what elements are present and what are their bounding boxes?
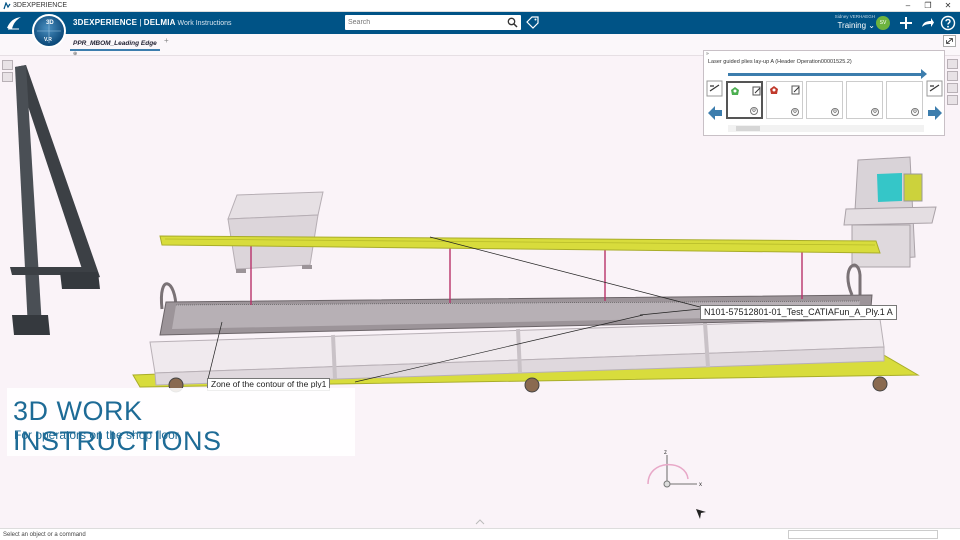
mouse-pointer-icon xyxy=(696,509,706,519)
panel-scrollbar[interactable] xyxy=(728,125,924,132)
brand-product: DELMIA xyxy=(143,18,176,27)
brand-title: 3DEXPERIENCE | DELMIA Work Instructions xyxy=(73,12,232,35)
os-window-title: 3DEXPERIENCE xyxy=(13,2,68,9)
brand-app-name: Work Instructions xyxy=(175,20,232,27)
panel-title: Laser guided plies lay-up A (Header Oper… xyxy=(708,59,852,65)
step-slot-5[interactable]: ⚙ xyxy=(886,81,923,119)
instruction-panel: » Laser guided plies lay-up A (Header Op… xyxy=(703,50,945,136)
step-badge-icon: ⚙ xyxy=(831,108,839,116)
right-tool-button-3[interactable] xyxy=(947,83,958,93)
compass-cross-icon xyxy=(37,19,61,43)
step-badge-icon: ⚙ xyxy=(871,108,879,116)
ds-logo-icon[interactable] xyxy=(5,15,23,31)
step-badge-icon: ⚙ xyxy=(791,108,799,116)
compass-widget[interactable]: 3D V.R xyxy=(32,14,66,48)
edit-tool-button[interactable] xyxy=(2,60,13,70)
step-badge-icon: ⚙ xyxy=(750,107,758,115)
tab-ppr-mbom[interactable]: PPR_MBOM_Leading Edge xyxy=(70,36,160,51)
step-slot-2[interactable]: ⚙ xyxy=(766,81,803,119)
os-title-bar: 3DEXPERIENCE – ❐ ✕ xyxy=(0,0,960,12)
step-badge-icon: ⚙ xyxy=(911,108,919,116)
callout-ply[interactable]: N101-57512801-01_Test_CATIAFun_A_Ply.1 A xyxy=(700,305,897,320)
right-tool-button-2[interactable] xyxy=(947,71,958,81)
app-logo-icon xyxy=(3,2,11,10)
help-icon[interactable] xyxy=(940,15,956,31)
axis-label-x: x xyxy=(699,482,702,488)
panel-scrollbar-thumb[interactable] xyxy=(736,126,760,131)
search-box xyxy=(345,15,521,30)
step-slot-3[interactable]: ⚙ xyxy=(806,81,843,119)
previous-step-button[interactable] xyxy=(706,73,724,128)
share-icon[interactable] xyxy=(919,15,935,31)
panel-collapse-button[interactable]: » xyxy=(706,51,709,57)
aframe-stand[interactable] xyxy=(10,65,100,335)
right-tool-button-4[interactable] xyxy=(947,95,958,105)
axis-label-z: z xyxy=(664,450,667,456)
user-name: Sidney VERHAEGH xyxy=(834,14,875,19)
fullscreen-toggle-icon[interactable] xyxy=(943,35,956,47)
right-tool-button-1[interactable] xyxy=(947,59,958,69)
search-input[interactable] xyxy=(348,15,503,30)
maximize-button[interactable]: ❐ xyxy=(918,0,938,12)
close-window-button[interactable]: ✕ xyxy=(938,0,958,12)
edit-note-icon xyxy=(752,86,761,96)
command-input[interactable] xyxy=(788,530,938,539)
right-toolbar xyxy=(947,59,959,107)
next-step-button[interactable] xyxy=(926,73,944,128)
collab-space-selector[interactable]: Training ⌄ xyxy=(815,20,875,32)
edit-note-icon xyxy=(791,85,800,95)
operation-red-icon xyxy=(770,86,778,94)
axis-triad[interactable]: z x xyxy=(647,450,702,488)
overlay-subtitle: For operators on the shop floor xyxy=(14,428,179,442)
app-header: 3DEXPERIENCE | DELMIA Work Instructions … xyxy=(0,12,960,34)
view-tool-button[interactable] xyxy=(2,72,13,82)
add-icon[interactable] xyxy=(898,15,914,31)
overlay-title: 3D WORK INSTRUCTIONS xyxy=(13,396,222,456)
status-prompt: Select an object or a command xyxy=(3,532,86,538)
title-overlay: 3D WORK INSTRUCTIONS For operators on th… xyxy=(7,388,355,456)
step-slot-4[interactable]: ⚙ xyxy=(846,81,883,119)
operation-green-icon xyxy=(731,87,739,95)
progress-track xyxy=(728,73,924,76)
minimize-button[interactable]: – xyxy=(898,0,918,12)
status-bar: Select an object or a command xyxy=(0,528,960,540)
left-toolbar xyxy=(2,60,13,84)
add-tab-button[interactable]: + xyxy=(164,36,169,45)
step-slot-1[interactable]: ⚙ xyxy=(726,81,763,119)
viewport-bottom-chevron-icon[interactable] xyxy=(475,519,485,525)
avatar[interactable]: SV xyxy=(876,16,890,30)
search-icon[interactable] xyxy=(507,17,518,28)
tag-icon[interactable] xyxy=(526,16,539,29)
parts-bin[interactable] xyxy=(227,191,324,273)
brand-main: 3DEXPERIENCE xyxy=(73,18,138,27)
user-block[interactable]: Sidney VERHAEGH Training ⌄ xyxy=(815,13,875,33)
